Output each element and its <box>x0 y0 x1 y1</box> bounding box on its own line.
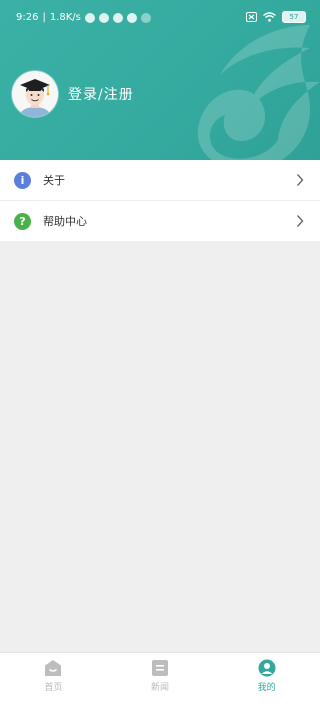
status-bar: 9:26 | 1.8K/s 57 <box>0 0 320 36</box>
notification-icon <box>84 12 95 23</box>
app-notification-icon <box>112 12 123 23</box>
brand-watermark-icon <box>197 25 320 160</box>
network-speed: 1.8K/s <box>49 12 81 23</box>
menu-item-about[interactable]: i 关于 <box>0 160 320 201</box>
avatar[interactable] <box>12 71 58 117</box>
chevron-right-icon <box>297 215 304 227</box>
login-entry[interactable]: 登录/注册 <box>12 71 134 117</box>
battery-indicator: 57 <box>282 11 306 23</box>
menu-item-label: 帮助中心 <box>43 215 87 228</box>
alarm-icon <box>98 12 109 23</box>
sync-icon <box>140 12 151 23</box>
tab-label: 我的 <box>257 683 276 693</box>
tab-label: 新闻 <box>151 683 170 693</box>
home-icon <box>45 660 62 676</box>
profile-header: 9:26 | 1.8K/s 57 登录/注册 <box>0 0 320 160</box>
bottom-tab-bar: 首页 新闻 我的 <box>0 652 320 711</box>
tab-mine[interactable]: 我的 <box>213 653 320 711</box>
tab-label: 首页 <box>44 683 63 693</box>
news-icon <box>152 660 168 676</box>
message-icon <box>126 12 137 23</box>
login-register-link[interactable]: 登录/注册 <box>68 84 134 104</box>
settings-menu: i 关于 ? 帮助中心 <box>0 160 320 241</box>
wifi-icon <box>263 12 276 22</box>
info-icon: i <box>14 171 31 189</box>
tab-home[interactable]: 首页 <box>0 653 107 711</box>
app-screen: 9:26 | 1.8K/s 57 登录/注册 i 关于 ? 帮助中心 首页 新闻… <box>0 0 320 711</box>
chevron-right-icon <box>297 174 304 186</box>
graduate-avatar-icon <box>12 71 58 117</box>
tab-news[interactable]: 新闻 <box>107 653 214 711</box>
menu-item-help-center[interactable]: ? 帮助中心 <box>0 201 320 241</box>
status-time: 9:26 <box>16 12 39 23</box>
question-icon: ? <box>14 212 31 230</box>
profile-icon <box>258 659 276 677</box>
status-divider: | <box>42 12 46 23</box>
sim-icon <box>246 12 257 22</box>
menu-item-label: 关于 <box>43 174 65 187</box>
